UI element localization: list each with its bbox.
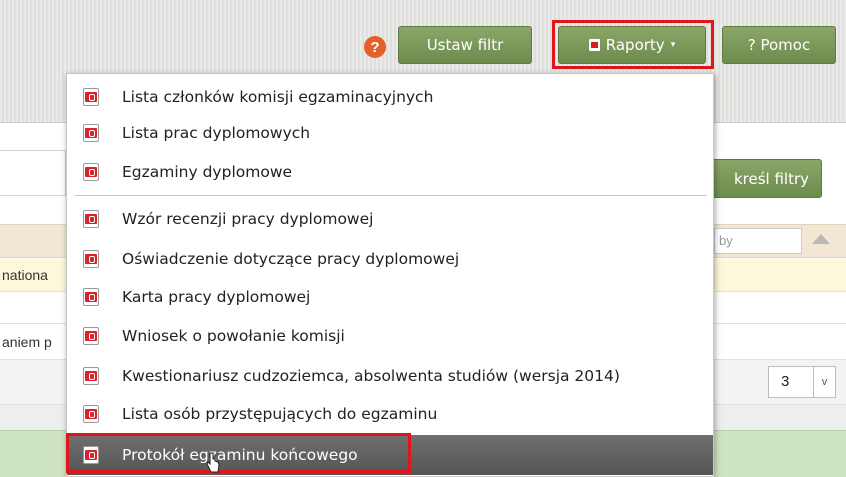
menu-item-label: Oświadczenie dotyczące pracy dyplomowej xyxy=(122,250,460,268)
reports-highlight-box xyxy=(552,20,714,69)
menu-item-thesis-card[interactable]: Karta pracy dyplomowej xyxy=(67,278,713,316)
protocol-highlight-box xyxy=(66,433,411,473)
pdf-icon xyxy=(83,405,99,423)
set-filter-label: Ustaw filtr xyxy=(426,36,504,54)
help-button[interactable]: ? Pomoc xyxy=(722,26,836,64)
menu-item-committee-request[interactable]: Wniosek o powołanie komisji xyxy=(67,317,713,355)
menu-item-review-template[interactable]: Wzór recenzji pracy dyplomowej xyxy=(67,200,713,238)
menu-item-thesis-statement[interactable]: Oświadczenie dotyczące pracy dyplomowej xyxy=(67,240,713,278)
menu-item-label: Lista osób przystępujących do egzaminu xyxy=(122,405,438,423)
menu-item-label: Wzór recenzji pracy dyplomowej xyxy=(122,210,374,228)
chevron-down-icon: v xyxy=(813,367,835,397)
menu-item-label: Karta pracy dyplomowej xyxy=(122,288,311,306)
menu-item-label: Lista członków komisji egzaminacyjnych xyxy=(122,88,434,106)
menu-item-label: Kwestionariusz cudzoziemca, absolwenta s… xyxy=(122,367,620,385)
clear-filters-label: kreśl filtry xyxy=(733,169,809,188)
table-cell-text: aniem p xyxy=(2,334,52,350)
table-cell-text: nationa xyxy=(2,267,48,283)
page-size-select[interactable]: 3 v xyxy=(768,366,836,398)
menu-item-label: Lista prac dyplomowych xyxy=(122,124,311,142)
pdf-icon xyxy=(83,210,99,228)
pdf-icon xyxy=(83,88,99,106)
pdf-icon xyxy=(83,250,99,268)
column-filter-input[interactable]: by xyxy=(714,228,802,254)
menu-item-exam-participants[interactable]: Lista osób przystępujących do egzaminu xyxy=(67,395,713,433)
menu-item-label: Wniosek o powołanie komisji xyxy=(122,327,345,345)
reports-dropdown-menu: Lista członków komisji egzaminacyjnych L… xyxy=(66,73,714,477)
pdf-icon xyxy=(83,288,99,306)
pdf-icon xyxy=(83,367,99,385)
set-filter-button[interactable]: Ustaw filtr xyxy=(398,26,532,64)
menu-item-theses-list[interactable]: Lista prac dyplomowych xyxy=(67,114,713,152)
page-size-value: 3 xyxy=(781,373,790,390)
menu-item-foreigner-questionnaire[interactable]: Kwestionariusz cudzoziemca, absolwenta s… xyxy=(67,357,713,395)
search-field-edge[interactable] xyxy=(0,150,66,196)
menu-item-diploma-exams[interactable]: Egzaminy dyplomowe xyxy=(67,153,713,191)
sort-ascending-icon[interactable] xyxy=(812,234,830,244)
clear-filters-button[interactable]: kreśl filtry xyxy=(704,159,822,198)
pdf-icon xyxy=(83,327,99,345)
menu-item-committee-members[interactable]: Lista członków komisji egzaminacyjnych xyxy=(67,78,713,116)
menu-item-label: Egzaminy dyplomowe xyxy=(122,163,293,181)
pdf-icon xyxy=(83,163,99,181)
help-question-icon[interactable]: ? xyxy=(364,36,386,58)
pdf-icon xyxy=(83,124,99,142)
help-label: ? Pomoc xyxy=(747,36,811,54)
hand-cursor-icon xyxy=(206,452,220,473)
menu-divider xyxy=(75,195,707,196)
